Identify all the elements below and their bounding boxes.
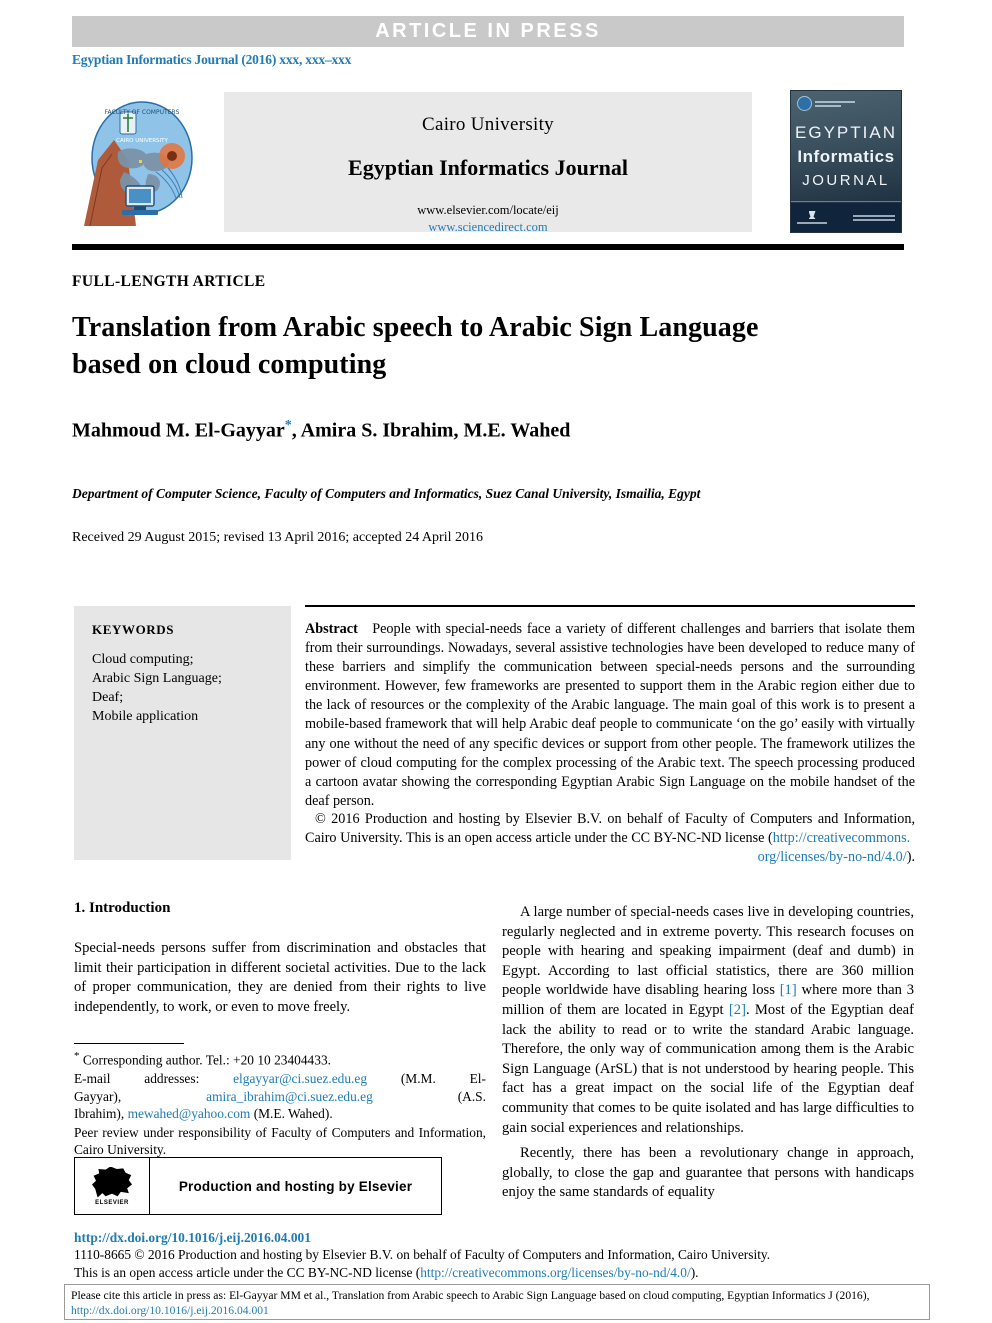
article-dates: Received 29 August 2015; revised 13 Apri… bbox=[72, 530, 483, 545]
footnotes-block: * Corresponding author. Tel.: +20 10 234… bbox=[74, 1048, 486, 1160]
keywords-list: Cloud computing; Arabic Sign Language; D… bbox=[92, 650, 291, 726]
seal-icon bbox=[797, 96, 812, 111]
cover-seal-text-lines bbox=[815, 100, 855, 107]
email-link-3[interactable]: mewahed@yahoo.com bbox=[128, 1106, 251, 1121]
keyword-item: Deaf; bbox=[92, 690, 124, 705]
cover-footer bbox=[791, 203, 901, 232]
copyright-tail: ). bbox=[906, 849, 915, 866]
intro-paragraph-right-1: A large number of special-needs cases li… bbox=[502, 903, 914, 1138]
keywords-box: KEYWORDS Cloud computing; Arabic Sign La… bbox=[74, 606, 291, 860]
article-in-press-banner: ARTICLE IN PRESS bbox=[72, 16, 904, 47]
cover-line-3: JOURNAL bbox=[802, 172, 890, 189]
masthead-elsevier-url[interactable]: www.elsevier.com/locate/eij bbox=[224, 203, 752, 218]
body-column-left: 1. Introduction Special-needs persons su… bbox=[74, 900, 486, 1023]
abstract-top-rule bbox=[305, 605, 915, 607]
masthead-bottom-rule bbox=[72, 244, 904, 250]
cover-title-block: EGYPTIAN Informatics JOURNAL bbox=[791, 123, 901, 189]
abstract-copyright: © 2016 Production and hosting by Elsevie… bbox=[305, 810, 915, 867]
doi-footer: http://dx.doi.org/10.1016/j.eij.2016.04.… bbox=[74, 1229, 914, 1281]
cover-divider bbox=[791, 201, 901, 202]
asterisk-icon: * bbox=[74, 1050, 80, 1062]
cite-this-article-box: Please cite this article in press as: El… bbox=[64, 1284, 930, 1320]
email-label: E-mail addresses: bbox=[74, 1071, 200, 1087]
cover-footer-right-mark bbox=[853, 214, 895, 221]
article-type-label: FULL-LENGTH ARTICLE bbox=[72, 273, 266, 290]
journal-reference-line: Egyptian Informatics Journal (2016) xxx,… bbox=[72, 52, 352, 67]
cite-text: Please cite this article in press as: El… bbox=[71, 1289, 870, 1302]
elsevier-production-label: Production and hosting by Elsevier bbox=[178, 1178, 413, 1194]
keyword-item: Arabic Sign Language; bbox=[92, 671, 222, 686]
affiliation: Department of Computer Science, Faculty … bbox=[72, 486, 701, 501]
article-page: ARTICLE IN PRESS Egyptian Informatics Jo… bbox=[0, 0, 992, 1323]
footnote-separator bbox=[74, 1043, 184, 1044]
citation-ref-1[interactable]: [1] bbox=[780, 982, 797, 998]
elsevier-wordmark: ELSEVIER bbox=[95, 1199, 129, 1206]
elsevier-logo: ELSEVIER bbox=[75, 1158, 150, 1214]
masthead-sciencedirect-url[interactable]: www.sciencedirect.com bbox=[224, 220, 752, 235]
author-list: Mahmoud M. El-Gayyar*, Amira S. Ibrahim,… bbox=[72, 418, 570, 443]
footnote-peer-review: Peer review under responsibility of Facu… bbox=[74, 1124, 486, 1158]
body-column-right: A large number of special-needs cases li… bbox=[502, 903, 914, 1209]
issn-copyright-line: 1110-8665 © 2016 Production and hosting … bbox=[74, 1247, 771, 1263]
journal-cover-thumbnail: EGYPTIAN Informatics JOURNAL bbox=[790, 90, 902, 233]
email-link-1[interactable]: elgayyar@ci.suez.edu.eg bbox=[233, 1071, 367, 1086]
cover-line-1: EGYPTIAN bbox=[795, 123, 897, 142]
abstract-label: Abstract bbox=[305, 621, 358, 637]
license-suffix: ). bbox=[690, 1264, 699, 1280]
cite-doi-link[interactable]: http://dx.doi.org/10.1016/j.eij.2016.04.… bbox=[71, 1304, 269, 1317]
masthead-university: Cairo University bbox=[422, 114, 554, 135]
footnote-emails: E-mail addresses: elgayyar@ci.suez.edu.e… bbox=[74, 1070, 486, 1123]
masthead-center-box: Cairo University Egyptian Informatics Jo… bbox=[224, 92, 752, 235]
email-owner-3: (M.E. Wahed). bbox=[253, 1106, 333, 1122]
svg-text:FACULTY OF COMPUTERS: FACULTY OF COMPUTERS bbox=[105, 109, 180, 116]
right-para-part-c: . Most of the Egyptian deaf lack the abi… bbox=[502, 1001, 915, 1136]
keywords-heading: KEYWORDS bbox=[92, 622, 175, 637]
citation-ref-2[interactable]: [2] bbox=[729, 1002, 746, 1018]
cover-footer-left-mark bbox=[797, 211, 827, 224]
corresponding-author-marker: * bbox=[284, 418, 292, 433]
masthead-journal-name: Egyptian Informatics Journal bbox=[348, 155, 628, 180]
license-line: This is an open access article under the… bbox=[74, 1264, 914, 1281]
abstract-section: Abstract People with special-needs face … bbox=[305, 620, 915, 811]
footnote-corresponding: * Corresponding author. Tel.: +20 10 234… bbox=[74, 1048, 486, 1069]
cairo-university-logo-icon: FACULTY OF COMPUTERS CAIRO UNIVERSITY bbox=[84, 101, 193, 226]
keyword-item: Cloud computing; bbox=[92, 652, 194, 667]
author-others: , Amira S. Ibrahim, M.E. Wahed bbox=[291, 419, 571, 442]
email-link-2[interactable]: amira_ibrahim@ci.suez.edu.eg bbox=[206, 1089, 373, 1104]
intro-paragraph-left: Special-needs persons suffer from discri… bbox=[74, 940, 486, 1015]
author-primary: Mahmoud M. El-Gayyar bbox=[72, 419, 285, 442]
journal-masthead: FACULTY OF COMPUTERS CAIRO UNIVERSITY Ca… bbox=[72, 88, 904, 236]
license-url[interactable]: http://creativecommons.org/licenses/by-n… bbox=[420, 1265, 691, 1280]
keyword-item: Mobile application bbox=[92, 709, 199, 724]
license-link-part1[interactable]: http://creativecommons. bbox=[773, 830, 911, 846]
license-prefix: This is an open access article under the… bbox=[74, 1264, 421, 1280]
cairo-emblem-icon bbox=[808, 211, 816, 219]
elsevier-production-box: ELSEVIER Production and hosting by Elsev… bbox=[74, 1157, 442, 1215]
cover-line-2: Informatics bbox=[797, 147, 895, 166]
section-heading-introduction: 1. Introduction bbox=[74, 900, 171, 916]
page-title: Translation from Arabic speech to Arabic… bbox=[72, 312, 759, 380]
cover-publisher-seal bbox=[797, 96, 855, 111]
abstract-text: People with special-needs face a variety… bbox=[305, 621, 915, 809]
svg-text:CAIRO UNIVERSITY: CAIRO UNIVERSITY bbox=[116, 138, 168, 144]
elsevier-tree-icon bbox=[92, 1166, 132, 1198]
doi-link[interactable]: http://dx.doi.org/10.1016/j.eij.2016.04.… bbox=[74, 1229, 914, 1246]
license-link-part2[interactable]: org/licenses/by-no-nd/4.0/ bbox=[758, 849, 907, 865]
intro-paragraph-right-2: Recently, there has been a revolutionary… bbox=[502, 1145, 914, 1201]
corresponding-author-note: Corresponding author. Tel.: +20 10 23404… bbox=[82, 1052, 331, 1068]
